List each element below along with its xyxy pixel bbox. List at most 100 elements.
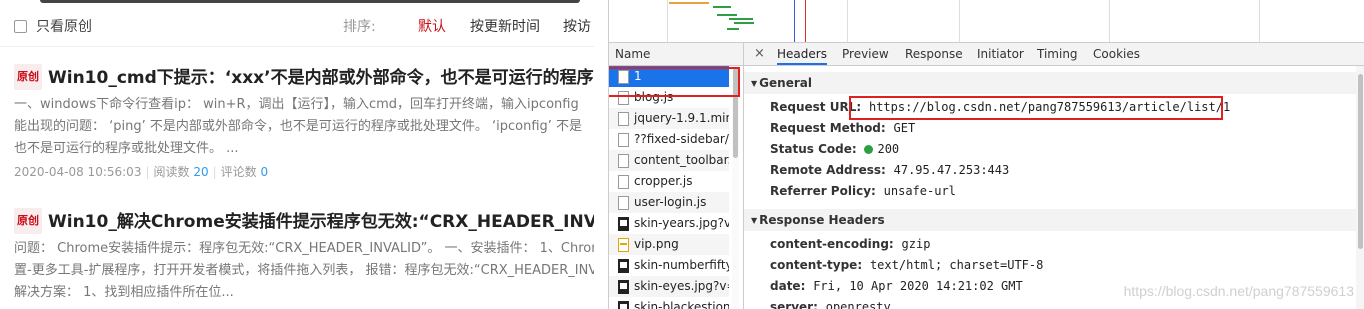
request-name: ??fixed-sidebar/... bbox=[634, 132, 729, 146]
request-method-value: GET bbox=[893, 121, 916, 135]
sort-default-link[interactable]: 默认 bbox=[418, 16, 446, 36]
request-name: vip.png bbox=[634, 237, 679, 251]
request-name: cropper.js bbox=[634, 174, 693, 188]
highlight-box-selected-request bbox=[609, 67, 740, 97]
response-headers-title: Response Headers bbox=[759, 213, 885, 227]
tab-preview[interactable]: Preview bbox=[842, 43, 889, 65]
load-marker bbox=[805, 0, 806, 42]
page-top-edge bbox=[40, 0, 580, 3]
only-original-label[interactable]: 只看原创 bbox=[36, 16, 92, 36]
tab-initiator[interactable]: Initiator bbox=[977, 43, 1024, 65]
timeline-grid-line bbox=[667, 0, 668, 42]
collapse-triangle-icon: ▼ bbox=[751, 79, 758, 88]
request-row[interactable]: cropper.js bbox=[609, 171, 729, 192]
content-type-value: text/html; charset=UTF-8 bbox=[869, 258, 1044, 272]
request-name: skin-numberfifty.j... bbox=[634, 258, 729, 272]
content-encoding-label: content-encoding: bbox=[770, 237, 894, 251]
request-row[interactable]: content_toolbar.js bbox=[609, 150, 729, 171]
read-count-label: 阅读数 bbox=[153, 165, 190, 179]
general-title: General bbox=[759, 76, 812, 90]
timeline-grid-line bbox=[1259, 0, 1260, 42]
timeline-bar bbox=[727, 28, 739, 30]
request-row[interactable]: user-login.js bbox=[609, 192, 729, 213]
article-title[interactable]: Win10_解决Chrome安装插件提示程序包无效:“CRX_HEADER_IN… bbox=[48, 212, 594, 232]
timeline-bar bbox=[669, 2, 709, 4]
watermark-text: https://blog.csdn.net/pang787559613 bbox=[1123, 283, 1354, 299]
sort-by-update-link[interactable]: 按更新时间 bbox=[470, 16, 540, 36]
script-icon bbox=[618, 196, 629, 210]
remote-address-row: Remote Address: 47.95.47.253:443 bbox=[770, 162, 1009, 178]
tab-response[interactable]: Response bbox=[905, 43, 963, 65]
devtools-network-panel: Name 1 blog.js jquery-1.9.1.min.js ??fix… bbox=[608, 0, 1364, 309]
name-column-header[interactable]: Name bbox=[609, 43, 743, 66]
request-name: skin-blackestion... bbox=[634, 300, 729, 309]
read-count: 20 bbox=[193, 165, 209, 179]
timeline-bar bbox=[713, 6, 731, 8]
server-label: server: bbox=[770, 300, 818, 309]
request-name: user-login.js bbox=[634, 195, 707, 209]
content-type-row: content-type: text/html; charset=UTF-8 bbox=[770, 257, 1043, 273]
original-badge: 原创 bbox=[14, 64, 42, 90]
response-headers-section-header[interactable]: ▼ Response Headers bbox=[744, 209, 1356, 231]
date-label: date: bbox=[770, 279, 806, 293]
tab-timing[interactable]: Timing bbox=[1037, 43, 1078, 65]
general-section-header[interactable]: ▼ General bbox=[744, 72, 1356, 94]
request-row[interactable]: ??fixed-sidebar/... bbox=[609, 129, 729, 150]
article-summary[interactable]: 一、windows下命令行查看ip： win+R，调出【运行】，输入cmd，回车… bbox=[14, 94, 594, 160]
comment-count: 0 bbox=[260, 165, 269, 179]
remote-address-label: Remote Address: bbox=[770, 163, 886, 177]
network-timeline-overview[interactable] bbox=[609, 0, 1364, 43]
request-name: content_toolbar.js bbox=[634, 153, 729, 167]
request-row[interactable]: skin-years.jpg?v... bbox=[609, 213, 729, 234]
article-title-row[interactable]: 原创 Win10_解决Chrome安装插件提示程序包无效:“CRX_HEADER_… bbox=[14, 208, 594, 234]
server-value: openresty bbox=[825, 300, 891, 309]
summary-line: 也不是可运行的程序或批处理文件。 ... bbox=[14, 141, 239, 156]
content-type-label: content-type: bbox=[770, 258, 863, 272]
request-row[interactable]: jquery-1.9.1.min.js bbox=[609, 108, 729, 129]
request-detail-pane: × Headers Preview Response Initiator Tim… bbox=[744, 43, 1364, 309]
request-name: skin-eyes.jpg?v=... bbox=[634, 279, 729, 293]
summary-line: 一、windows下命令行查看ip： win+R，调出【运行】，输入cmd，回车… bbox=[14, 97, 579, 112]
request-row[interactable]: vip.png bbox=[609, 234, 729, 255]
summary-line: 问题： Chrome安装插件提示：程序包无效:“CRX_HEADER_INVAL… bbox=[14, 241, 594, 256]
request-list-scrollbar[interactable] bbox=[732, 66, 739, 309]
request-name: jquery-1.9.1.min.js bbox=[634, 111, 729, 125]
request-url-label: Request URL: bbox=[770, 100, 862, 114]
referrer-policy-label: Referrer Policy: bbox=[770, 184, 876, 198]
scrollbar-thumb[interactable] bbox=[1358, 74, 1363, 249]
image-icon bbox=[618, 217, 629, 231]
only-original-checkbox[interactable] bbox=[14, 20, 27, 33]
request-name: skin-years.jpg?v... bbox=[634, 216, 729, 230]
request-row[interactable]: skin-numberfifty.j... bbox=[609, 255, 729, 276]
tab-cookies[interactable]: Cookies bbox=[1093, 43, 1140, 65]
request-row[interactable]: skin-blackestion... bbox=[609, 297, 729, 309]
summary-line: 能出现的问题： ‘ping’ 不是内部或外部命令，也不是可运行的程序或批处理文件… bbox=[14, 119, 583, 134]
summary-line: 解决方案： 1、找到相应插件所在位... bbox=[14, 285, 234, 300]
sort-by-visits-link[interactable]: 按访 bbox=[563, 16, 591, 36]
comment-count-label: 评论数 bbox=[220, 165, 257, 179]
article-meta: 2020-04-08 10:56:03 | 阅读数 20 | 评论数 0 bbox=[14, 165, 269, 179]
script-icon bbox=[618, 133, 629, 147]
request-row[interactable]: skin-eyes.jpg?v=... bbox=[609, 276, 729, 297]
status-code-value: 200 bbox=[877, 142, 900, 156]
article-item: 原创 Win10_解决Chrome安装插件提示程序包无效:“CRX_HEADER_… bbox=[14, 208, 594, 304]
collapse-triangle-icon: ▼ bbox=[751, 216, 758, 225]
request-method-row: Request Method: GET bbox=[770, 120, 915, 136]
tab-headers[interactable]: Headers bbox=[777, 43, 827, 65]
timeline-bar bbox=[729, 18, 753, 20]
detail-scrollbar[interactable] bbox=[1356, 66, 1364, 309]
timeline-grid-line bbox=[1109, 0, 1110, 42]
article-filter-bar: 只看原创 排序: 默认 按更新时间 按访 bbox=[0, 6, 594, 47]
script-icon bbox=[618, 154, 629, 168]
timeline-grid-line bbox=[959, 0, 960, 42]
article-summary[interactable]: 问题： Chrome安装插件提示：程序包无效:“CRX_HEADER_INVAL… bbox=[14, 238, 594, 304]
article-list-panel: 只看原创 排序: 默认 按更新时间 按访 原创 Win10_cmd下提示：‘xxx… bbox=[0, 0, 594, 309]
image-icon bbox=[618, 259, 629, 273]
remote-address-value: 47.95.47.253:443 bbox=[893, 163, 1010, 177]
close-icon[interactable]: × bbox=[754, 43, 765, 65]
detail-tabs: × Headers Preview Response Initiator Tim… bbox=[744, 43, 1364, 66]
status-ok-icon bbox=[864, 145, 874, 154]
article-title-row[interactable]: 原创 Win10_cmd下提示：‘xxx’不是内部或外部命令，也不是可运行的程序 bbox=[14, 64, 594, 90]
referrer-policy-value: unsafe-url bbox=[883, 184, 956, 198]
article-title[interactable]: Win10_cmd下提示：‘xxx’不是内部或外部命令，也不是可运行的程序 bbox=[48, 68, 594, 88]
